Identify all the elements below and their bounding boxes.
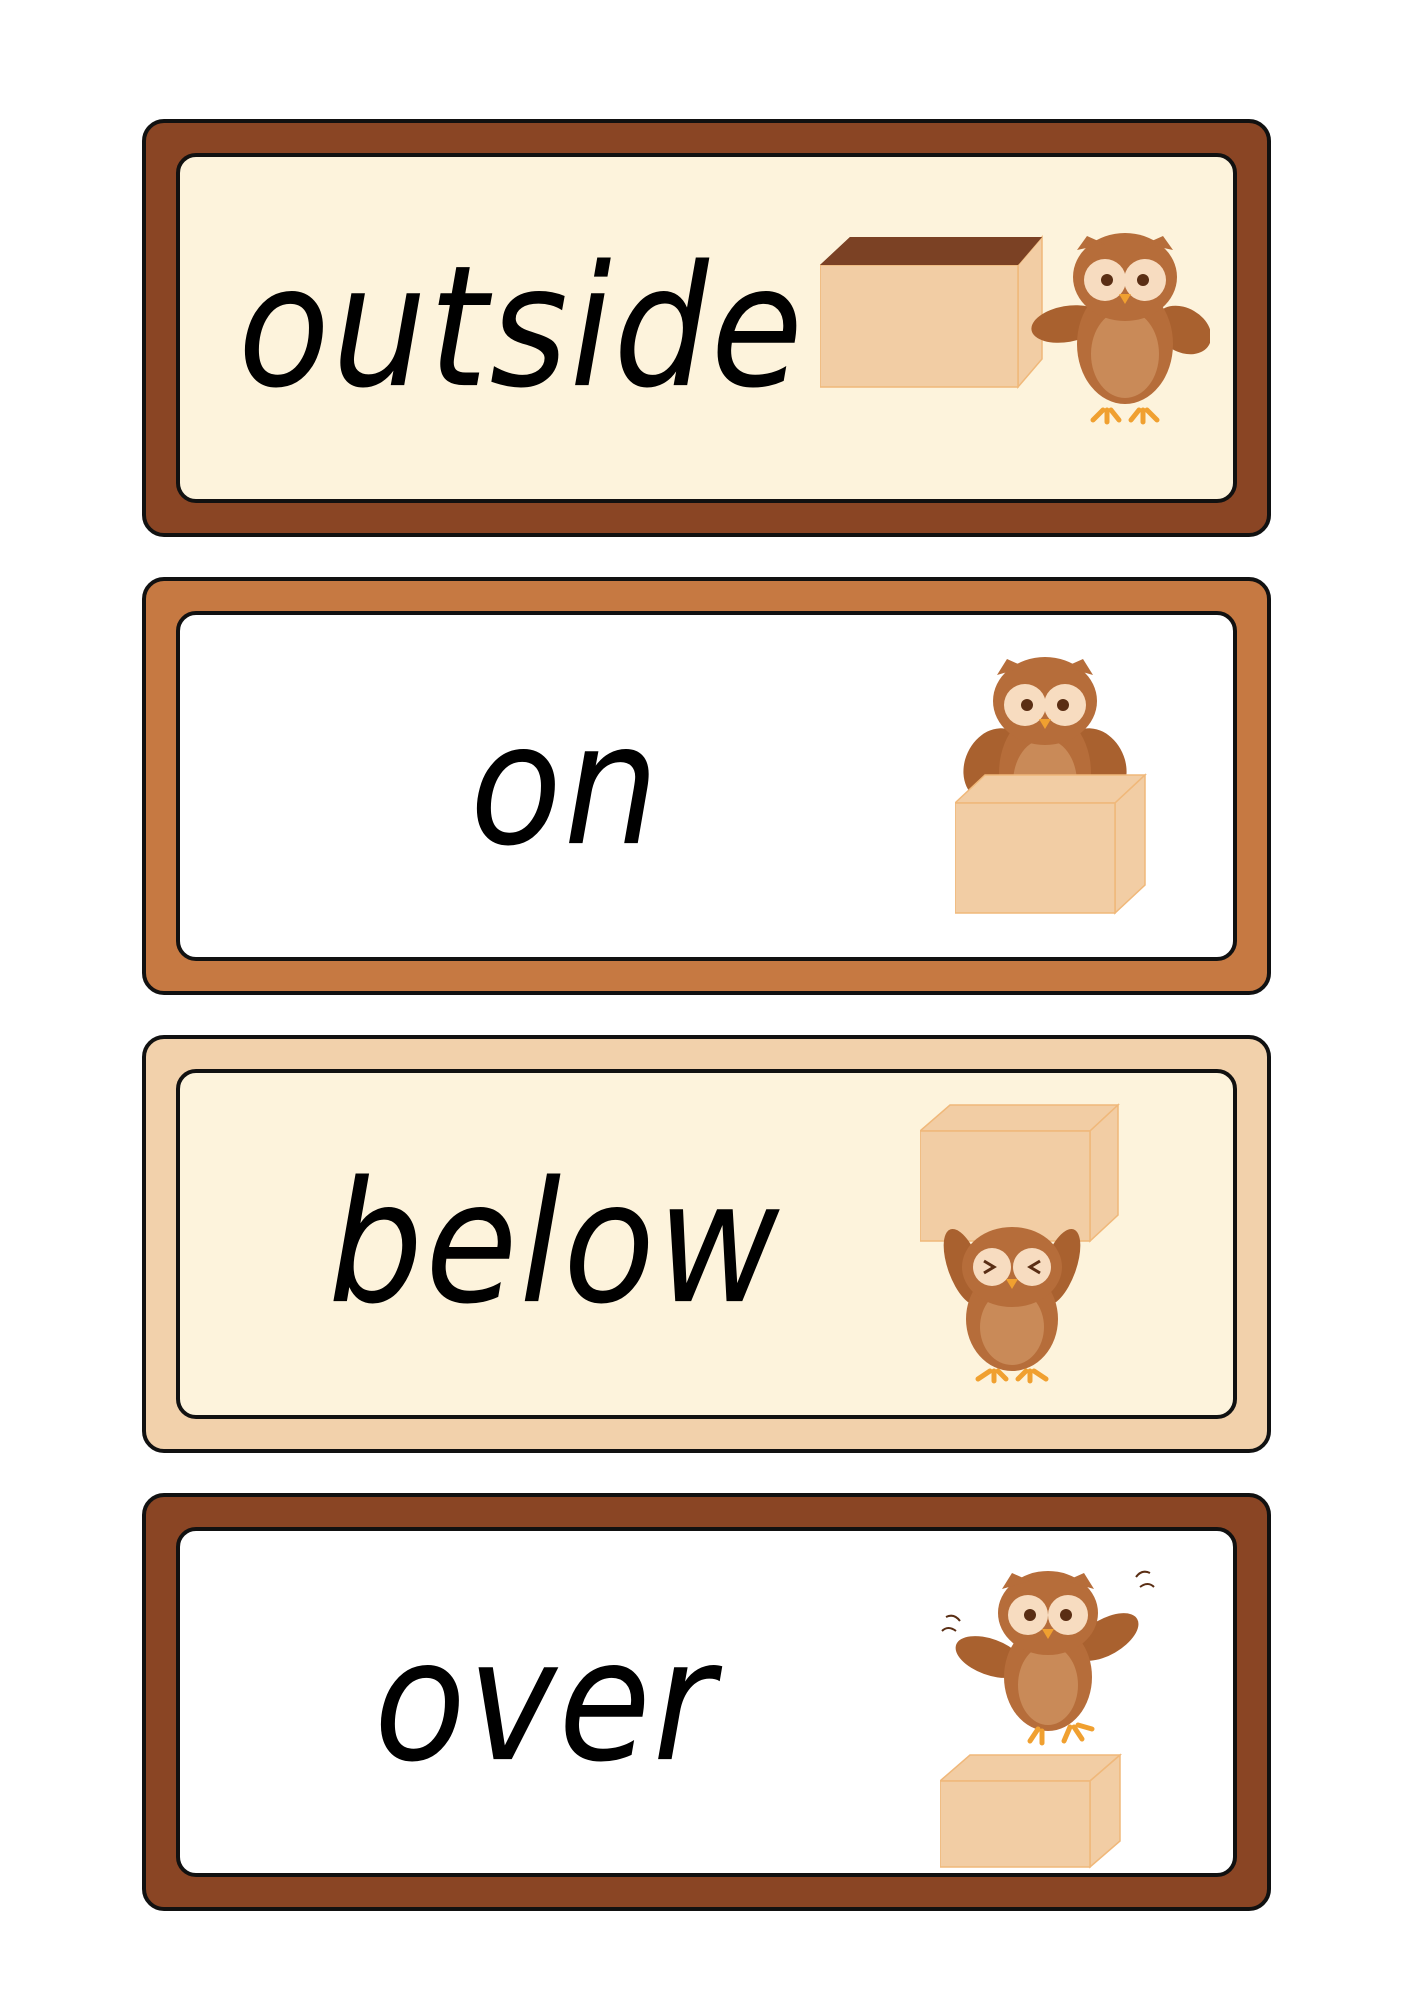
owl-on-box-icon [955, 657, 1147, 915]
owl-below-box-icon [920, 1103, 1120, 1384]
card-word: on [470, 688, 661, 884]
word-card-over: over [142, 1493, 1271, 1911]
word-card-below: below [142, 1035, 1271, 1453]
card-panel: on [176, 611, 1237, 961]
card-word: below [328, 1146, 782, 1342]
card-word: over [374, 1604, 717, 1800]
owl-beside-box-icon [820, 233, 1210, 425]
card-panel: over [176, 1527, 1237, 1877]
word-card-outside: outside [142, 119, 1271, 537]
owl-over-box-icon [940, 1570, 1155, 1869]
card-panel: outside [176, 153, 1237, 503]
card-panel: below [176, 1069, 1237, 1419]
word-card-on: on [142, 577, 1271, 995]
card-word: outside [238, 230, 805, 426]
